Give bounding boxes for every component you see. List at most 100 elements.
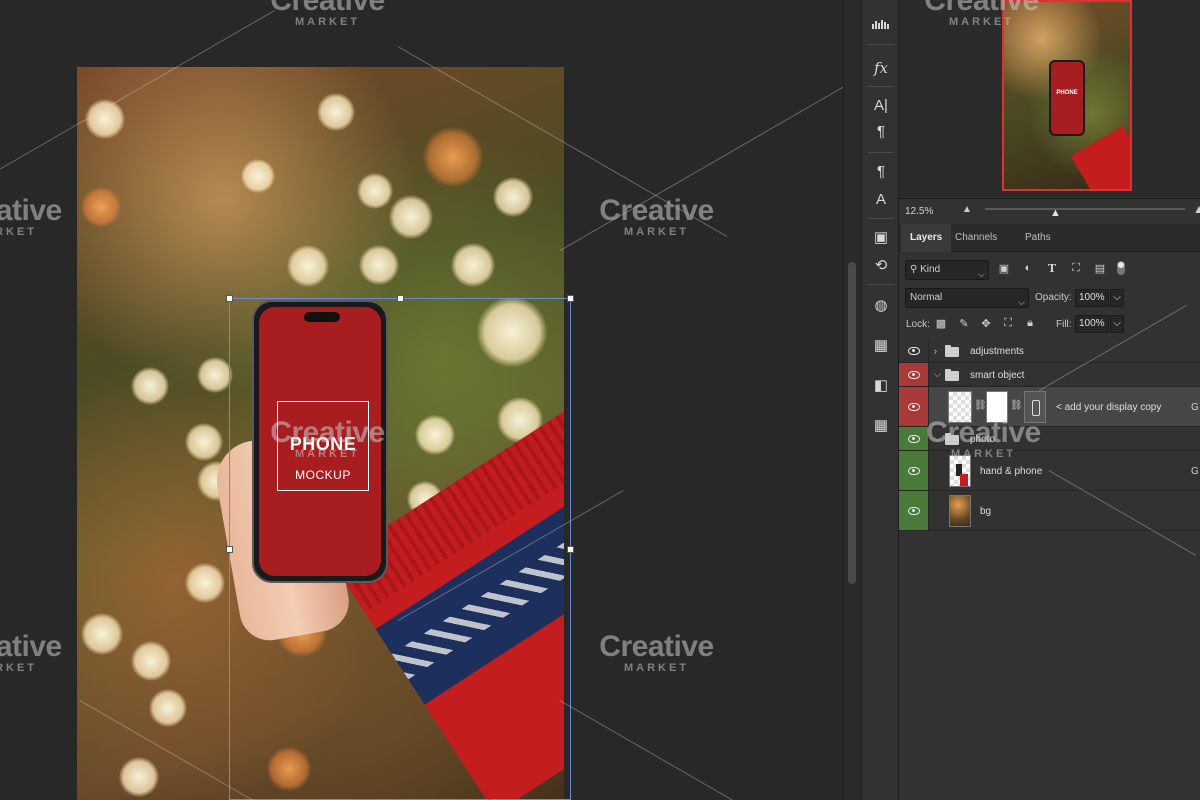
filter-kind-label: Kind [920, 264, 941, 275]
bokeh-light [287, 245, 329, 287]
smart-object-thumbnail [948, 391, 972, 423]
zoom-value[interactable]: 12.5% [905, 206, 933, 217]
lock-transparent-icon[interactable]: ▩ [934, 317, 948, 330]
bokeh-light [451, 243, 495, 287]
navigator-thumbnail[interactable]: PHONE [1002, 0, 1132, 191]
patterns-icon[interactable]: ▦ [868, 414, 894, 438]
paragraph-styles-icon[interactable]: ¶ [868, 160, 894, 184]
bokeh-light [197, 357, 233, 393]
fill-dropdown[interactable]: ⌵ [1110, 315, 1124, 333]
history-icon[interactable]: ⟲ [868, 254, 894, 278]
visibility-toggle[interactable] [899, 427, 929, 450]
layer-name: smart object [970, 370, 1025, 381]
fill-field[interactable]: 100% [1075, 315, 1109, 333]
visibility-toggle[interactable] [899, 451, 929, 490]
color-icon[interactable]: ◍ [868, 294, 894, 318]
watermark-line [559, 700, 786, 800]
layer-name: bg [980, 506, 992, 517]
watermark-line [560, 70, 843, 251]
layer-row-display-copy[interactable]: ⛓ ⛓ < add your display copy G [899, 387, 1200, 427]
transform-bounding-box[interactable] [226, 295, 574, 800]
layer-name: photo [970, 434, 996, 445]
swatches-icon[interactable]: ▦ [868, 334, 894, 358]
zoom-slider[interactable] [985, 208, 1185, 210]
shape-filter-icon[interactable]: ⛶ [1069, 262, 1083, 275]
paragraph-icon[interactable]: ¶ [868, 120, 894, 144]
eye-icon [908, 371, 920, 379]
bokeh-light [81, 187, 121, 227]
link-icon: ⛓ [974, 400, 987, 411]
visibility-toggle[interactable] [899, 363, 929, 386]
visibility-toggle[interactable] [899, 339, 929, 362]
bokeh-light [185, 423, 223, 461]
transform-handle-top-center[interactable] [397, 295, 404, 302]
vector-mask-thumbnail [1024, 391, 1046, 423]
tab-channels[interactable]: Channels [946, 224, 1006, 252]
chevron-right-icon[interactable]: › [934, 346, 937, 356]
layer-name: adjustments [970, 346, 1024, 357]
layer-row-hand-phone[interactable]: hand & phone G [899, 451, 1200, 491]
opacity-dropdown[interactable]: ⌵ [1110, 289, 1124, 307]
tab-layers[interactable]: Layers [901, 224, 952, 252]
transform-handle-top-left[interactable] [226, 295, 233, 302]
lock-artboard-icon[interactable]: ⛶ [1001, 317, 1015, 330]
canvas-vertical-scrollbar[interactable] [843, 0, 860, 800]
bokeh-light [357, 173, 393, 209]
zoom-in-icon[interactable]: ▲ [1193, 202, 1200, 216]
bokeh-light [317, 93, 355, 131]
visibility-toggle[interactable] [899, 491, 929, 530]
histogram-icon[interactable] [868, 14, 894, 38]
layer-thumbnail [949, 495, 971, 527]
bokeh-light [81, 613, 123, 655]
layer-row-photo-group[interactable]: ⌵ photo [899, 427, 1200, 451]
lock-position-icon[interactable]: ✥ [979, 317, 993, 330]
folder-icon [945, 345, 959, 357]
type-filter-icon[interactable]: T [1045, 262, 1059, 275]
eye-icon [908, 435, 920, 443]
layer-row-bg[interactable]: bg [899, 491, 1200, 531]
fx-icon[interactable]: fx [868, 56, 894, 80]
chevron-down-icon[interactable]: ⌵ [934, 433, 941, 444]
lock-all-icon[interactable]: 🔒︎ [1023, 317, 1037, 330]
smart-object-filter-icon[interactable]: ▤ [1093, 262, 1107, 275]
navigator-phone: PHONE [1049, 60, 1085, 136]
chevron-down-icon[interactable]: ⌵ [934, 369, 941, 380]
blend-mode-select[interactable]: Normal ⌵ [905, 288, 1029, 308]
lock-label: Lock: [906, 319, 930, 330]
filter-toggle[interactable] [1117, 261, 1125, 275]
watermark: CreativeMARKET [270, 0, 385, 28]
bokeh-light [185, 563, 225, 603]
filter-kind-select[interactable]: ⚲ Kind ⌵ [905, 260, 989, 280]
visibility-toggle[interactable] [899, 387, 929, 426]
fill-label: Fill: [1056, 319, 1072, 330]
lock-image-icon[interactable]: ✎ [957, 317, 971, 330]
adjustment-filter-icon[interactable]: ◐ [1021, 262, 1035, 274]
blend-mode-value: Normal [910, 292, 943, 303]
gradient-icon[interactable]: ◧ [868, 374, 894, 398]
eye-icon [908, 507, 920, 515]
character-icon[interactable]: A| [868, 94, 894, 118]
bokeh-light [389, 195, 433, 239]
character-styles-icon[interactable]: A [868, 188, 894, 212]
navigator-zoom-bar: 12.5% ▲ ▲ ▲ [899, 198, 1200, 224]
layer-row-smart-object-group[interactable]: ⌵ smart object [899, 363, 1200, 387]
scrollbar-thumb[interactable] [848, 262, 856, 584]
layer-row-adjustments[interactable]: › adjustments [899, 339, 1200, 363]
search-icon: ⚲ [910, 264, 918, 275]
bokeh-light [131, 367, 169, 405]
bokeh-light [119, 757, 159, 797]
libraries-icon[interactable]: ▣ [868, 226, 894, 250]
pixel-filter-icon[interactable]: ▣ [997, 262, 1011, 275]
zoom-out-icon[interactable]: ▲ [962, 204, 972, 215]
zoom-slider-thumb[interactable]: ▲ [1050, 207, 1061, 219]
canvas-area[interactable]: PHONE MOCKUP CreativeMARKET Creative [0, 0, 843, 800]
truncated-text: G [1191, 402, 1199, 413]
tool-separator [868, 44, 894, 45]
bokeh-light [359, 245, 399, 285]
transform-handle-middle-right[interactable] [567, 546, 574, 553]
transform-handle-middle-left[interactable] [226, 546, 233, 553]
opacity-field[interactable]: 100% [1075, 289, 1109, 307]
transform-handle-top-right[interactable] [567, 295, 574, 302]
watermark: CreativeMARKET [0, 630, 62, 675]
tab-paths[interactable]: Paths [1016, 224, 1060, 252]
